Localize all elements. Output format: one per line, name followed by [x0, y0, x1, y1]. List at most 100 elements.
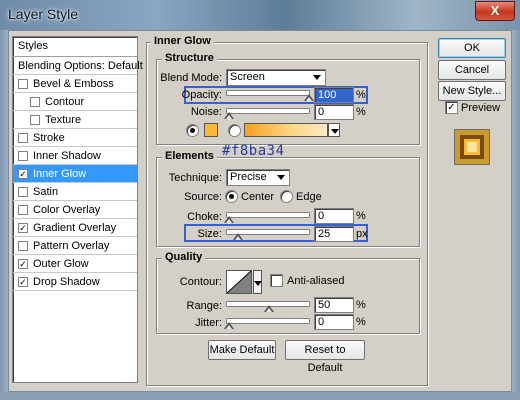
style-label: Bevel & Emboss	[33, 78, 114, 90]
window-frame-right	[512, 30, 520, 400]
styles-item-texture[interactable]: Texture	[13, 111, 137, 129]
style-label: Satin	[33, 186, 59, 198]
solid-color-radio[interactable]	[186, 124, 199, 137]
jitter-input[interactable]: 0	[314, 314, 354, 330]
styles-item-inner-shadow[interactable]: Inner Shadow	[13, 147, 137, 165]
styles-item-color-overlay[interactable]: Color Overlay	[13, 201, 137, 219]
make-default-button[interactable]: Make Default	[208, 340, 276, 360]
style-checkbox[interactable]	[30, 115, 40, 125]
window-frame-bottom	[0, 392, 520, 400]
opacity-input[interactable]: 100	[314, 87, 354, 103]
jitter-unit: %	[356, 316, 366, 328]
range-slider-thumb[interactable]	[264, 305, 274, 312]
choke-unit: %	[356, 210, 366, 222]
blending-options-item[interactable]: Blending Options: Default	[13, 57, 143, 75]
close-icon: X	[490, 3, 500, 18]
source-center-label: Center	[241, 191, 275, 203]
gradient-dropdown[interactable]	[328, 123, 340, 137]
source-label: Source:	[184, 191, 222, 203]
new-style-button[interactable]: New Style...	[438, 81, 506, 101]
size-label: Size:	[197, 228, 222, 240]
style-checkbox[interactable]: ✓	[18, 259, 28, 269]
styles-item-inner-glow[interactable]: ✓ Inner Glow	[13, 165, 137, 183]
choke-label: Choke:	[187, 211, 222, 223]
contour-dropdown[interactable]	[253, 270, 262, 294]
style-checkbox[interactable]	[30, 97, 40, 107]
preview-swatch-icon	[455, 130, 489, 164]
elements-title: Elements	[162, 150, 217, 162]
blend-mode-label: Blend Mode:	[160, 72, 222, 84]
close-button[interactable]: X	[475, 1, 515, 21]
opacity-label: Opacity:	[181, 89, 222, 101]
range-label: Range:	[186, 300, 222, 312]
styles-item-outer-glow[interactable]: ✓ Outer Glow	[13, 255, 137, 273]
source-edge-radio[interactable]	[280, 190, 293, 203]
range-input[interactable]: 50	[314, 297, 354, 313]
contour-preview[interactable]	[226, 270, 252, 294]
styles-list-header[interactable]: Styles	[13, 37, 137, 57]
size-unit: px	[356, 228, 368, 240]
style-checkbox[interactable]	[18, 187, 28, 197]
style-checkbox[interactable]: ✓	[18, 223, 28, 233]
style-checkbox[interactable]	[18, 133, 28, 143]
styles-item-stroke[interactable]: Stroke	[13, 129, 137, 147]
technique-value: Precise	[230, 171, 267, 183]
choke-slider-track[interactable]	[226, 212, 310, 218]
styles-item-pattern-overlay[interactable]: Pattern Overlay	[13, 237, 137, 255]
structure-title: Structure	[162, 52, 217, 64]
noise-input[interactable]: 0	[314, 104, 354, 120]
window-title: Layer Style	[8, 6, 79, 22]
choke-input[interactable]: 0	[314, 208, 354, 224]
style-checkbox[interactable]	[18, 205, 28, 215]
glow-color-swatch[interactable]	[204, 123, 218, 137]
style-label: Outer Glow	[33, 258, 89, 270]
jitter-slider-track[interactable]	[226, 318, 310, 324]
quality-title: Quality	[162, 251, 206, 263]
chevron-down-icon	[331, 129, 339, 134]
anti-aliased-checkbox[interactable]	[270, 274, 283, 287]
noise-slider-track[interactable]	[226, 108, 310, 114]
styles-item-satin[interactable]: Satin	[13, 183, 137, 201]
cancel-button[interactable]: Cancel	[438, 60, 506, 80]
size-slider-thumb[interactable]	[233, 233, 243, 240]
style-label: Contour	[45, 96, 85, 108]
technique-select[interactable]: Precise	[226, 169, 290, 186]
blend-mode-select[interactable]: Screen	[226, 69, 326, 86]
style-checkbox[interactable]: ✓	[18, 277, 28, 287]
style-preview-thumbnail	[454, 129, 490, 165]
noise-slider-thumb[interactable]	[224, 112, 234, 119]
opacity-slider-track[interactable]	[226, 90, 310, 96]
style-label: Pattern Overlay	[33, 240, 110, 252]
ok-button[interactable]: OK	[438, 38, 506, 58]
gradient-picker[interactable]	[244, 123, 328, 137]
preview-checkbox[interactable]: ✓	[445, 101, 458, 114]
style-checkbox[interactable]	[18, 79, 28, 89]
noise-unit: %	[356, 106, 366, 118]
anti-aliased-label: Anti-aliased	[287, 275, 345, 287]
source-edge-label: Edge	[296, 191, 322, 203]
jitter-slider-thumb[interactable]	[224, 322, 234, 329]
title-bar[interactable]: Layer Style X	[0, 0, 520, 30]
styles-item-bevel-emboss[interactable]: Bevel & Emboss	[13, 75, 137, 93]
styles-item-gradient-overlay[interactable]: ✓ Gradient Overlay	[13, 219, 137, 237]
contour-label: Contour:	[179, 276, 222, 288]
gradient-radio[interactable]	[228, 124, 241, 137]
style-label: Texture	[45, 114, 82, 126]
choke-slider-thumb[interactable]	[224, 216, 234, 223]
style-label: Stroke	[33, 132, 65, 144]
opacity-slider-thumb[interactable]	[304, 94, 314, 101]
source-center-radio[interactable]	[225, 190, 238, 203]
size-input[interactable]: 25	[314, 226, 354, 242]
reset-to-default-button[interactable]: Reset to Default	[285, 340, 365, 374]
styles-list: Styles Blending Options: Default Bevel &…	[12, 36, 143, 383]
style-label: Inner Shadow	[33, 150, 101, 162]
chevron-down-icon	[254, 281, 262, 286]
style-checkbox[interactable]: ✓	[18, 169, 28, 179]
opacity-unit: %	[356, 89, 366, 101]
chevron-down-icon	[313, 75, 321, 80]
styles-item-contour[interactable]: Contour	[13, 93, 137, 111]
style-label: Drop Shadow	[33, 276, 100, 288]
style-checkbox[interactable]	[18, 241, 28, 251]
styles-item-drop-shadow[interactable]: ✓ Drop Shadow	[13, 273, 137, 291]
style-checkbox[interactable]	[18, 151, 28, 161]
